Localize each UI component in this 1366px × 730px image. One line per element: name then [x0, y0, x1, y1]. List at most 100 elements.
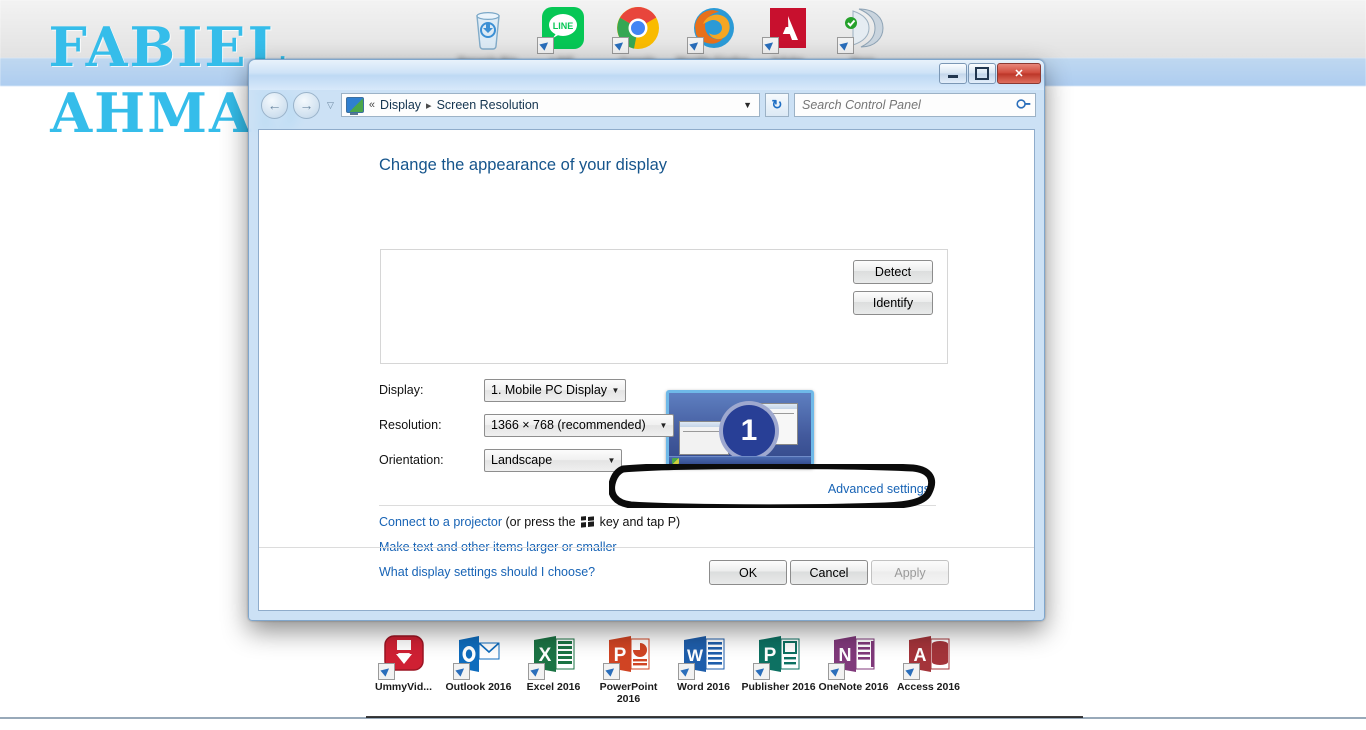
orientation-label: Orientation: — [379, 453, 444, 467]
preview-start-icon — [672, 458, 679, 464]
address-breadcrumb-bar[interactable]: « Display ▸ Screen Resolution ▼ — [340, 93, 760, 117]
resolution-row: Resolution: 1366 × 768 (recommended) ▼ — [379, 413, 674, 437]
close-icon: ✕ — [1014, 68, 1024, 80]
desktop-icon-label: Excel 2016 — [526, 681, 581, 693]
shortcut-overlay-icon — [761, 37, 779, 54]
connect-to-projector-row: Connect to a projector (or press the key… — [379, 515, 680, 529]
projector-text-after: key and tap P) — [596, 515, 681, 529]
onenote-2016-icon: N — [827, 630, 878, 680]
display-label: Display: — [379, 383, 424, 397]
desktop-icon-label: Outlook 2016 — [445, 681, 512, 693]
shortcut-overlay-icon — [377, 663, 395, 680]
desktop-icon-onenote-2016[interactable]: N OneNote 2016 — [816, 630, 891, 705]
google-chrome-icon — [611, 4, 662, 54]
chevron-down-icon: ▼ — [607, 455, 616, 465]
word-2016-icon: W — [677, 630, 728, 680]
chevron-down-icon: ▼ — [659, 420, 668, 430]
minimize-icon — [948, 75, 958, 78]
breadcrumb-overflow-icon[interactable]: « — [369, 99, 375, 111]
address-dropdown-icon[interactable]: ▼ — [743, 100, 755, 110]
svg-text:N: N — [838, 645, 851, 665]
desktop-icon-outlook-2016[interactable]: Outlook 2016 — [441, 630, 516, 705]
desktop-icon-access-2016[interactable]: A Access 2016 — [891, 630, 966, 705]
desktop-icon-ummy-video-downloader[interactable]: UmmyVid... — [366, 630, 441, 705]
breadcrumb-item-screen-resolution[interactable]: Screen Resolution — [437, 98, 539, 112]
publisher-2016-icon: P — [752, 630, 803, 680]
desktop-icon-label: PowerPoint 2016 — [599, 681, 658, 705]
taskbar-edge-dark — [366, 716, 1083, 718]
access-2016-icon: A — [902, 630, 953, 680]
nero-icon — [836, 4, 887, 54]
orientation-dropdown[interactable]: Landscape ▼ — [484, 448, 622, 472]
shortcut-overlay-icon — [611, 37, 629, 54]
shortcut-overlay-icon — [752, 663, 770, 680]
desktop-icon-powerpoint-2016[interactable]: P PowerPoint 2016 — [591, 630, 666, 705]
desktop-icon-excel-2016[interactable]: X Excel 2016 — [516, 630, 591, 705]
refresh-icon: ↻ — [771, 97, 783, 112]
maximize-button[interactable] — [968, 63, 996, 84]
svg-text:LINE: LINE — [552, 21, 573, 31]
orientation-dropdown-value: Landscape — [491, 453, 553, 467]
close-button[interactable]: ✕ — [997, 63, 1041, 84]
windows-key-icon — [581, 515, 595, 528]
monitor-number-badge: 1 — [719, 401, 779, 461]
chevron-down-icon: ▼ — [611, 385, 620, 395]
display-row: Display: 1. Mobile PC Display ▼ — [379, 378, 626, 402]
detect-button[interactable]: Detect — [853, 260, 933, 284]
preview-taskbar — [669, 456, 811, 465]
monitor-preview[interactable]: 1 — [666, 390, 814, 468]
svg-text:A: A — [913, 645, 926, 665]
window-content: Change the appearance of your display 1 … — [258, 129, 1035, 611]
shortcut-overlay-icon — [677, 663, 695, 680]
search-input[interactable] — [800, 97, 1017, 113]
dialog-button-bar: OK Cancel Apply — [259, 547, 1034, 610]
ok-button[interactable]: OK — [709, 560, 787, 585]
horizontal-divider — [379, 505, 936, 506]
recent-pages-caret-icon[interactable]: ▽ — [327, 100, 334, 111]
desktop-icon-row-bottom: UmmyVid... Outlook 2016 X Excel 2016 P P… — [366, 630, 966, 705]
recycle-bin-icon — [464, 4, 512, 52]
desktop-icon-publisher-2016[interactable]: P Publisher 2016 — [741, 630, 816, 705]
projector-text-before: (or press the — [502, 515, 580, 529]
page-title: Change the appearance of your display — [379, 156, 668, 174]
minimize-button[interactable] — [939, 63, 967, 84]
display-dropdown[interactable]: 1. Mobile PC Display ▼ — [484, 378, 626, 402]
advanced-settings-link[interactable]: Advanced settings — [828, 482, 930, 496]
shortcut-overlay-icon — [836, 37, 854, 54]
forward-button[interactable]: → — [293, 91, 320, 119]
apply-button: Apply — [871, 560, 949, 585]
connect-to-projector-link[interactable]: Connect to a projector — [379, 515, 502, 529]
ummy-video-downloader-icon — [377, 630, 428, 680]
resolution-label: Resolution: — [379, 418, 442, 432]
shortcut-overlay-icon — [686, 37, 704, 54]
search-box[interactable] — [794, 93, 1036, 117]
window-navigation-bar: ← → ▽ « Display ▸ Screen Resolution ▼ ↻ — [249, 90, 1044, 120]
shortcut-overlay-icon — [527, 663, 545, 680]
identify-button[interactable]: Identify — [853, 291, 933, 315]
maximize-icon — [975, 67, 989, 80]
adobe-icon — [761, 4, 812, 54]
breadcrumb-item-display[interactable]: Display — [380, 98, 421, 112]
breadcrumb-separator-icon[interactable]: ▸ — [426, 99, 432, 112]
excel-2016-icon: X — [527, 630, 578, 680]
screen-resolution-window: ✕ ← → ▽ « Display ▸ Screen Resolution ▼ … — [248, 59, 1045, 621]
outlook-2016-icon — [452, 630, 503, 680]
refresh-button[interactable]: ↻ — [765, 93, 789, 117]
display-dropdown-value: 1. Mobile PC Display — [491, 383, 608, 397]
cancel-button[interactable]: Cancel — [790, 560, 868, 585]
desktop-icon-label: UmmyVid... — [375, 681, 432, 693]
shortcut-overlay-icon — [452, 663, 470, 680]
shortcut-overlay-icon — [902, 663, 920, 680]
desktop-icon-label: Publisher 2016 — [741, 681, 816, 693]
desktop-icon-word-2016[interactable]: W Word 2016 — [666, 630, 741, 705]
display-monitor-icon — [345, 97, 364, 115]
shortcut-overlay-icon — [602, 663, 620, 680]
back-button[interactable]: ← — [261, 91, 288, 119]
back-arrow-icon: ← — [267, 97, 282, 113]
shortcut-overlay-icon — [536, 37, 554, 54]
window-controls: ✕ — [939, 63, 1041, 84]
window-titlebar[interactable]: ✕ — [249, 60, 1044, 90]
powerpoint-2016-icon: P — [602, 630, 653, 680]
resolution-dropdown[interactable]: 1366 × 768 (recommended) ▼ — [484, 413, 674, 437]
line-icon: LINE — [536, 4, 587, 54]
